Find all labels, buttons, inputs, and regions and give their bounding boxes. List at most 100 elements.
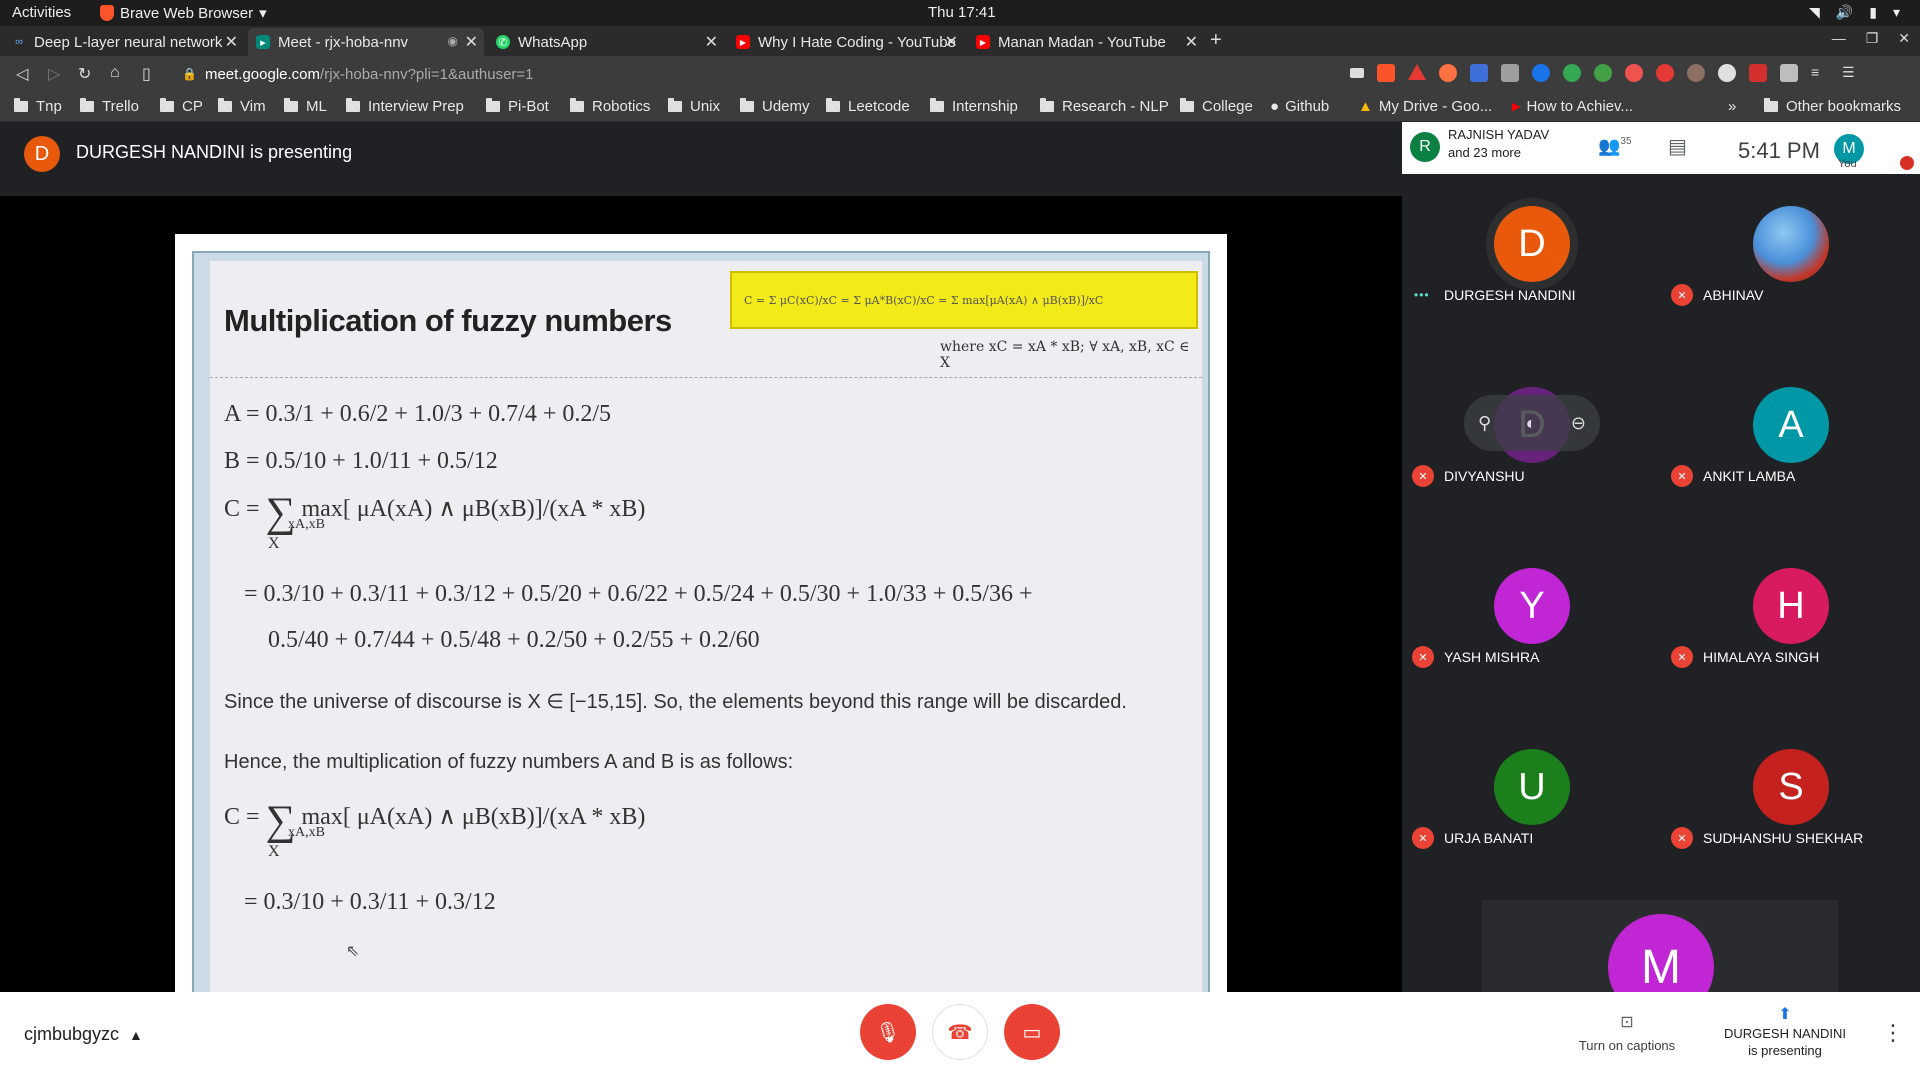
reload-icon[interactable]: ↻ xyxy=(78,64,91,84)
calendar-icon[interactable] xyxy=(1749,64,1767,82)
menu-icon[interactable]: ☰ xyxy=(1842,64,1860,82)
meeting-details-button[interactable]: cjmbubgyzc ▲ xyxy=(24,1024,143,1045)
extension-white-icon[interactable] xyxy=(1718,64,1736,82)
participant-tile[interactable]: H ✕ HIMALAYA SINGH xyxy=(1661,544,1920,725)
activities-button[interactable]: Activities xyxy=(12,4,71,21)
mic-toggle-button[interactable]: 🎙 xyxy=(860,1004,916,1060)
bookmark-unix[interactable]: Unix xyxy=(668,98,720,115)
app-menu[interactable]: Brave Web Browser ▾ xyxy=(100,4,267,22)
pin-icon[interactable]: ⚲ xyxy=(1478,413,1491,434)
self-tile[interactable]: M xyxy=(1482,900,1838,992)
more-options-icon[interactable]: ⋮ xyxy=(1882,1020,1904,1046)
camera-icon[interactable] xyxy=(1350,68,1364,78)
participant-tile[interactable]: A ✕ ANKIT LAMBA xyxy=(1661,363,1920,544)
bookmark-my-drive[interactable]: ▲ My Drive - Goo... xyxy=(1358,98,1492,115)
bookmark-robotics[interactable]: Robotics xyxy=(570,98,650,115)
bookmark-github[interactable]: ● Github xyxy=(1270,98,1329,115)
chat-icon[interactable]: ▤ xyxy=(1668,134,1687,159)
tab-deep-l-layer[interactable]: ∞ Deep L-layer neural network ✕ xyxy=(4,28,244,56)
leave-call-button[interactable]: ☎ xyxy=(932,1004,988,1060)
bookmark-internship[interactable]: Internship xyxy=(930,98,1018,115)
participant-name: URJA BANATI xyxy=(1444,830,1534,846)
mute-participant-icon[interactable]: ◐ xyxy=(1526,413,1537,434)
system-top-bar: Activities Brave Web Browser ▾ Thu 17:41… xyxy=(0,0,1920,26)
extension-orange-icon[interactable] xyxy=(1439,64,1457,82)
bookmark-icon[interactable]: ▯ xyxy=(142,64,151,84)
reading-list-icon[interactable]: ≡ xyxy=(1811,64,1829,82)
close-icon[interactable]: ✕ xyxy=(225,32,238,52)
bookmark-research-nlp[interactable]: Research - NLP xyxy=(1040,98,1169,115)
extension-grey-icon[interactable] xyxy=(1501,64,1519,82)
bookmark-college[interactable]: College xyxy=(1180,98,1253,115)
back-icon[interactable]: ◁ xyxy=(16,64,28,84)
url-host: meet.google.com xyxy=(204,65,321,83)
participant-tile[interactable]: S ✕ SUDHANSHU SHEKHAR xyxy=(1661,725,1920,906)
participant-tile[interactable]: Y ✕ YASH MISHRA xyxy=(1402,544,1661,725)
captions-button[interactable]: ⊡ Turn on captions xyxy=(1572,1012,1682,1053)
forward-icon[interactable]: ▷ xyxy=(48,64,60,84)
bookmark-how-to-achieve[interactable]: ▶ How to Achiev... xyxy=(1512,98,1633,115)
translate-icon[interactable] xyxy=(1470,64,1488,82)
timer-icon[interactable] xyxy=(1625,64,1643,82)
home-icon[interactable]: ⌂ xyxy=(110,64,120,82)
extension-brown-icon[interactable] xyxy=(1687,64,1705,82)
recording-indicator-icon: ◉ xyxy=(447,34,458,48)
shield-icon[interactable] xyxy=(1656,64,1674,82)
bookmark-cp[interactable]: CP xyxy=(160,98,203,115)
google-drive-icon: ▲ xyxy=(1358,98,1373,115)
participant-name: HIMALAYA SINGH xyxy=(1703,649,1820,665)
close-icon[interactable]: ✕ xyxy=(705,32,718,52)
presenter-avatar: D xyxy=(24,136,60,172)
present-status-button[interactable]: ⬆ DURGESH NANDINI is presenting xyxy=(1720,1006,1850,1059)
extension-green-icon[interactable] xyxy=(1563,64,1581,82)
play-icon[interactable] xyxy=(1780,64,1798,82)
brave-rewards-icon[interactable] xyxy=(1408,64,1426,80)
more-bookmarks-chevron-icon[interactable]: » xyxy=(1728,98,1736,115)
participant-name: DURGESH NANDINI xyxy=(1444,287,1576,303)
panel-header: R RAJNISH YADAV and 23 more 👥35 ▤ 5:41 P… xyxy=(1402,122,1920,174)
bookmark-interview-prep[interactable]: Interview Prep xyxy=(346,98,464,115)
mic-off-icon: ✕ xyxy=(1671,646,1693,668)
bookmark-ml[interactable]: ML xyxy=(284,98,327,115)
close-icon[interactable]: ✕ xyxy=(945,32,958,52)
close-icon[interactable]: ✕ xyxy=(465,32,478,52)
address-bar[interactable]: 🔒 meet.google.com/rjx-hoba-nnv?pli=1&aut… xyxy=(170,60,1370,88)
bookmark-other[interactable]: Other bookmarks xyxy=(1764,98,1901,115)
bookmark-trello[interactable]: Trello xyxy=(80,98,139,115)
people-button[interactable]: 👥35 xyxy=(1598,136,1632,157)
tab-whatsapp[interactable]: ✆ WhatsApp ✕ xyxy=(488,28,724,56)
bookmark-vim[interactable]: Vim xyxy=(218,98,266,115)
minimize-icon[interactable]: — xyxy=(1832,30,1846,47)
presenting-banner: D DURGESH NANDINI is presenting xyxy=(0,122,1402,196)
add-extension-icon[interactable] xyxy=(1594,64,1612,82)
bookmark-pi-bot[interactable]: Pi-Bot xyxy=(486,98,549,115)
brave-icon xyxy=(100,5,114,21)
grammarly-icon[interactable] xyxy=(1532,64,1550,82)
tab-meet[interactable]: ▸ Meet - rjx-hoba-nnv ◉ ✕ xyxy=(248,28,484,56)
system-clock[interactable]: Thu 17:41 xyxy=(928,4,996,21)
camera-toggle-button[interactable]: ▭ xyxy=(1004,1004,1060,1060)
set-b-definition: B = 0.5/10 + 1.0/11 + 0.5/12 xyxy=(224,448,498,474)
tab-why-i-hate-coding[interactable]: ▶ Why I Hate Coding - YouTube ✕ xyxy=(728,28,964,56)
tab-manan-madan[interactable]: ▶ Manan Madan - YouTube ✕ xyxy=(968,28,1204,56)
brave-shields-icon[interactable] xyxy=(1377,64,1395,82)
bookmark-tnp[interactable]: Tnp xyxy=(14,98,62,115)
set-c-subscript: xA,xB xyxy=(288,517,325,532)
system-tray[interactable]: ◥ 🔊 ▮ ▾ xyxy=(1809,4,1900,21)
participants-summary[interactable]: RAJNISH YADAV and 23 more xyxy=(1448,126,1549,162)
participant-tile[interactable]: D ⚲ ◐ ⊖ ✕ DIVYANSHU xyxy=(1402,363,1661,544)
participant-tile[interactable]: D ••• DURGESH NANDINI xyxy=(1402,182,1661,363)
new-tab-button[interactable]: + xyxy=(1210,29,1222,52)
close-icon[interactable]: ✕ xyxy=(1185,32,1198,52)
remove-participant-icon[interactable]: ⊖ xyxy=(1571,413,1586,434)
participant-tile[interactable]: U ✕ URJA BANATI xyxy=(1402,725,1661,906)
close-window-icon[interactable]: ✕ xyxy=(1898,30,1910,47)
folder-icon xyxy=(486,98,500,112)
app-name: Brave Web Browser xyxy=(120,4,254,22)
bookmark-leetcode[interactable]: Leetcode xyxy=(826,98,910,115)
folder-icon xyxy=(14,98,28,112)
bookmark-udemy[interactable]: Udemy xyxy=(740,98,810,115)
participant-tile[interactable]: ✕ ABHINAV xyxy=(1661,182,1920,363)
people-icon: 👥 xyxy=(1598,136,1621,156)
restore-icon[interactable]: ❐ xyxy=(1866,30,1879,47)
